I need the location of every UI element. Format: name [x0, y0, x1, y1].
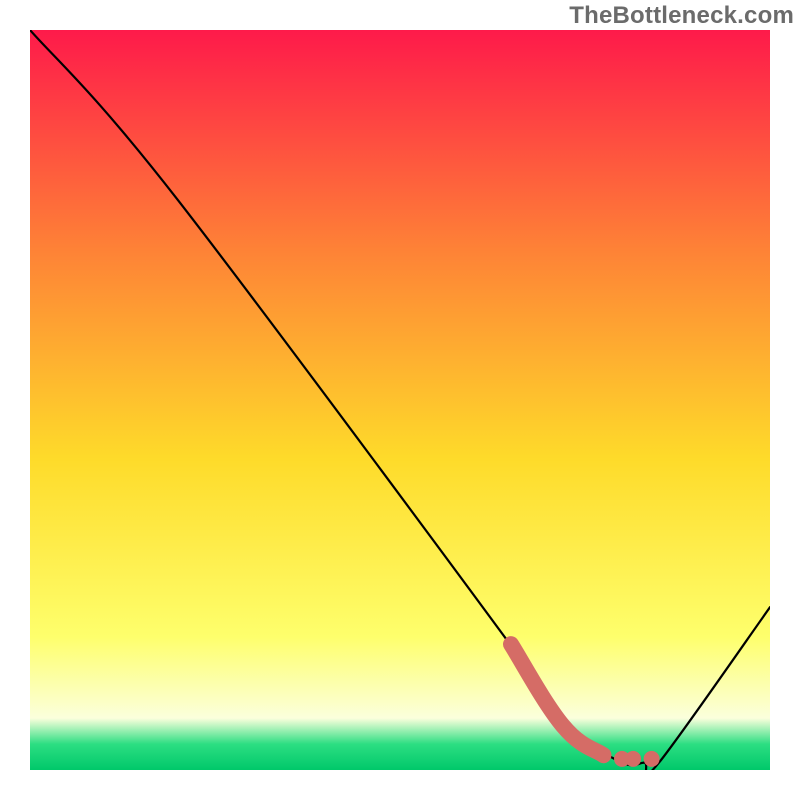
- chart-stage: TheBottleneck.com: [0, 0, 800, 800]
- highlight-dots-group: [614, 751, 660, 767]
- watermark-label: TheBottleneck.com: [569, 2, 794, 30]
- gradient-background: [30, 30, 770, 770]
- highlight-dot-1: [625, 751, 641, 767]
- highlight-dot-2: [644, 751, 660, 767]
- chart-svg: [30, 30, 770, 770]
- plot-area: [30, 30, 770, 770]
